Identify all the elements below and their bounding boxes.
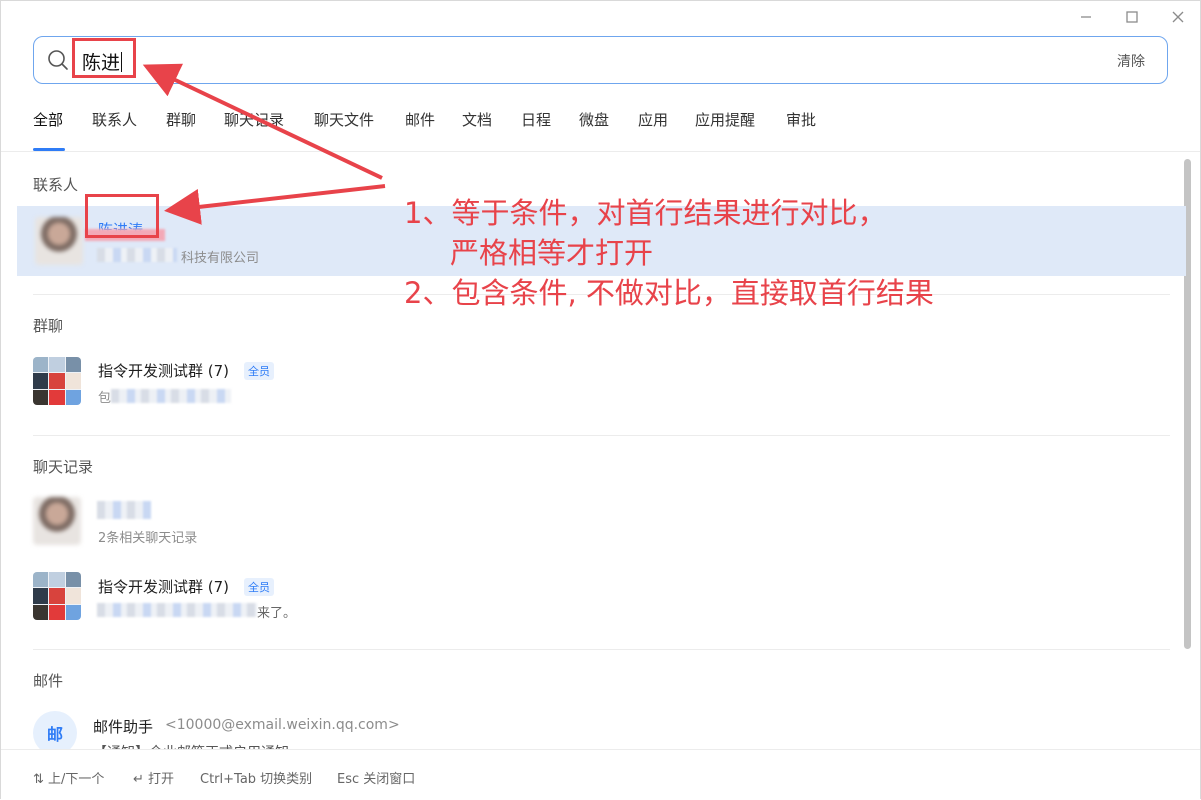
search-icon: [48, 50, 68, 70]
section-title-chat-records: 聊天记录: [33, 458, 94, 476]
contact-company: 科技有限公司: [181, 251, 260, 266]
tab-contacts[interactable]: 联系人: [92, 109, 137, 130]
mail-sender: 邮件助手: [93, 718, 154, 736]
blurred-name: [97, 501, 151, 519]
tab-docs[interactable]: 文档: [462, 109, 492, 130]
maximize-icon[interactable]: [1115, 5, 1149, 29]
section-title-contacts: 联系人: [33, 176, 79, 194]
chat-record-preview: 2条相关聊天记录: [98, 531, 198, 546]
mail-address: <10000@exmail.weixin.qq.com>: [165, 717, 400, 733]
group-avatar: [33, 572, 81, 620]
avatar: [35, 217, 83, 265]
chat-record-preview: 来了。: [257, 606, 297, 621]
keyboard-hints-bar: ⇅ 上/下一个 ↵ 打开 Ctrl+Tab 切换类别 Esc 关闭窗口: [1, 749, 1200, 800]
hint-navigate: ⇅ 上/下一个: [33, 772, 105, 787]
annotation-box-first-result: [85, 194, 159, 238]
tab-apps[interactable]: 应用: [638, 109, 668, 130]
tab-approval[interactable]: 审批: [786, 109, 816, 130]
section-title-mail: 邮件: [33, 672, 64, 690]
tab-drive[interactable]: 微盘: [579, 109, 609, 130]
hint-switch-category: Ctrl+Tab 切换类别: [200, 772, 313, 787]
tab-app-reminders[interactable]: 应用提醒: [695, 109, 755, 130]
tab-chat-files[interactable]: 聊天文件: [314, 109, 374, 130]
annotation-line-3: 2、包含条件, 不做对比，直接取首行结果: [404, 276, 934, 310]
avatar: [33, 497, 81, 545]
group-name: 指令开发测试群 (7): [98, 362, 230, 380]
search-bar[interactable]: 陈进 清除: [33, 36, 1168, 84]
section-divider: [33, 435, 1170, 436]
tab-chat-records[interactable]: 聊天记录: [224, 109, 284, 130]
section-title-groups: 群聊: [33, 317, 64, 335]
annotation-line-1: 1、等于条件，对首行结果进行对比，: [404, 196, 887, 230]
search-window: 陈进 清除 全部 联系人 群聊 聊天记录 聊天文件 邮件 文档 日程 微盘 应用…: [0, 0, 1201, 800]
tab-groups[interactable]: 群聊: [166, 109, 196, 130]
annotation-line-2: 严格相等才打开: [450, 236, 654, 270]
section-divider: [33, 649, 1170, 650]
blurred-text: [111, 389, 231, 403]
clear-button[interactable]: 清除: [1117, 51, 1145, 71]
group-avatar: [33, 357, 81, 405]
all-members-badge: 全员: [244, 362, 274, 380]
tab-schedule[interactable]: 日程: [521, 109, 551, 130]
blurred-text: [97, 603, 257, 617]
tabs-divider: [1, 151, 1200, 152]
tab-all[interactable]: 全部: [33, 109, 63, 130]
minimize-icon[interactable]: [1069, 5, 1103, 29]
blurred-text: [97, 248, 177, 262]
hint-close-window: Esc 关闭窗口: [337, 772, 416, 787]
all-members-badge: 全员: [244, 578, 274, 596]
hint-open: ↵ 打开: [133, 772, 175, 787]
close-icon[interactable]: [1161, 5, 1195, 29]
group-name: 指令开发测试群 (7): [98, 578, 230, 596]
tab-mail[interactable]: 邮件: [405, 109, 435, 130]
group-preview: 包: [98, 391, 112, 406]
annotation-box-query: [72, 38, 136, 78]
